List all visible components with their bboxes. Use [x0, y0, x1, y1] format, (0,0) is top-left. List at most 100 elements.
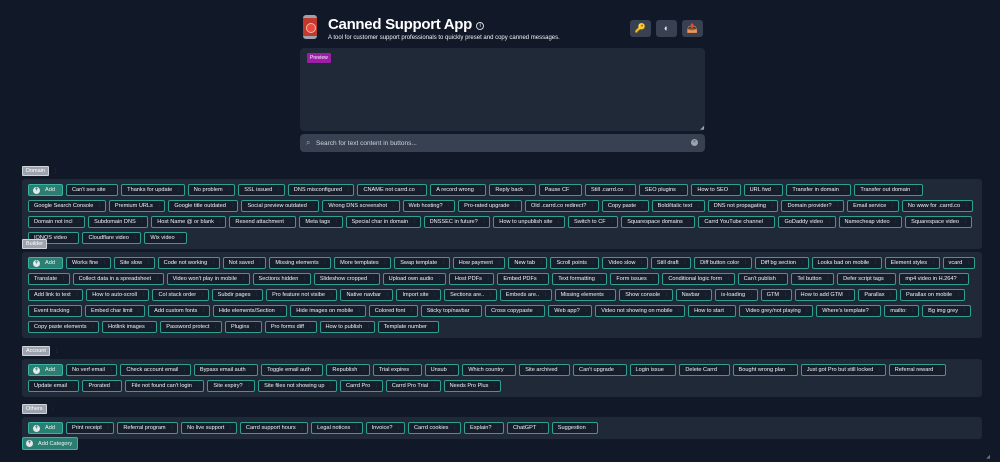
canned-message-button[interactable]: Check account email ⋮ [120, 364, 191, 376]
canned-message-button[interactable]: Carrd Pro Trial ⋮ [385, 380, 441, 392]
drag-handle-icon[interactable]: ⋮ [767, 217, 772, 227]
canned-message-button[interactable]: A record wrong ⋮ [430, 184, 487, 196]
drag-handle-icon[interactable]: ⋮ [488, 290, 493, 300]
canned-message-button[interactable]: Text formatting ⋮ [552, 273, 608, 285]
drag-handle-icon[interactable]: ⋮ [218, 217, 223, 227]
drag-handle-icon[interactable]: ⋮ [743, 258, 748, 268]
drag-handle-icon[interactable]: ⋮ [873, 258, 878, 268]
drag-handle-icon[interactable]: ⋮ [963, 217, 968, 227]
canned-message-button[interactable]: File not found can't login ⋮ [125, 380, 205, 392]
drag-handle-icon[interactable]: ⋮ [146, 258, 151, 268]
canned-message-button[interactable]: Hide images on mobile ⋮ [290, 305, 366, 317]
drag-handle-icon[interactable]: ⋮ [374, 381, 379, 391]
drag-handle-icon[interactable]: ⋮ [527, 185, 532, 195]
drag-handle-icon[interactable]: ⋮ [451, 365, 456, 375]
drag-handle-icon[interactable]: ⋮ [770, 201, 775, 211]
canned-message-button[interactable]: Google Search Console ⋮ [28, 200, 106, 212]
canned-message-button[interactable]: Conditional logic form ⋮ [662, 273, 735, 285]
export-button[interactable]: 📤 [682, 20, 703, 37]
drag-handle-icon[interactable]: ⋮ [780, 274, 785, 284]
canned-message-button[interactable]: URL fwd ⋮ [743, 184, 784, 196]
drag-handle-icon[interactable]: ⋮ [508, 365, 513, 375]
canned-message-button[interactable]: Collect data in a spreadsheet ⋮ [72, 273, 164, 285]
canned-message-button[interactable]: Missing elements ⋮ [554, 289, 617, 301]
canned-message-button[interactable]: Republish ⋮ [326, 364, 370, 376]
drag-handle-icon[interactable]: ⋮ [556, 217, 561, 227]
canned-message-button[interactable]: Element styles ⋮ [884, 257, 940, 269]
drag-handle-icon[interactable]: ⋮ [687, 217, 692, 227]
drag-handle-icon[interactable]: ⋮ [651, 274, 656, 284]
drag-handle-icon[interactable]: ⋮ [140, 217, 145, 227]
canned-message-button[interactable]: Host Name @ or blank ⋮ [151, 216, 227, 228]
canned-message-button[interactable]: Pro-rated upgrade ⋮ [458, 200, 523, 212]
canned-message-button[interactable]: Update email ⋮ [28, 380, 80, 392]
drag-handle-icon[interactable]: ⋮ [441, 258, 446, 268]
canned-message-button[interactable]: Still .carrd.co ⋮ [584, 184, 636, 196]
canned-message-button[interactable]: mailto: ⋮ [884, 305, 920, 317]
drag-handle-icon[interactable]: ⋮ [696, 201, 701, 211]
canned-message-button[interactable]: Works fine ⋮ [65, 257, 111, 269]
drag-handle-icon[interactable]: ⋮ [182, 365, 187, 375]
drag-handle-icon[interactable]: ⋮ [54, 348, 59, 354]
canned-message-button[interactable]: Bypass email auth ⋮ [193, 364, 259, 376]
canned-message-button[interactable]: Copy paste ⋮ [601, 200, 649, 212]
canned-message-button[interactable]: Where's template? ⋮ [816, 305, 882, 317]
drag-handle-icon[interactable]: ⋮ [732, 185, 737, 195]
canned-message-button[interactable]: Still draft ⋮ [650, 257, 692, 269]
key-button[interactable]: 🔑 [630, 20, 651, 37]
drag-handle-icon[interactable]: ⋮ [97, 201, 102, 211]
drag-handle-icon[interactable]: ⋮ [279, 306, 284, 316]
canned-message-button[interactable]: Host PDFs ⋮ [448, 273, 495, 285]
canned-message-button[interactable]: Trial expires ⋮ [372, 364, 422, 376]
canned-message-button[interactable]: How payment ⋮ [452, 257, 506, 269]
drag-handle-icon[interactable]: ⋮ [102, 258, 107, 268]
category-label[interactable]: Builder [22, 239, 48, 249]
drag-handle-icon[interactable]: ⋮ [250, 365, 255, 375]
drag-handle-icon[interactable]: ⋮ [196, 381, 201, 391]
canned-message-button[interactable]: Resend attachment ⋮ [229, 216, 297, 228]
canned-message-button[interactable]: Parallax ⋮ [858, 289, 898, 301]
drag-handle-icon[interactable]: ⋮ [77, 217, 82, 227]
info-icon[interactable]: i [476, 22, 485, 30]
canned-message-button[interactable]: Squarespace video ⋮ [905, 216, 972, 228]
canned-message-button[interactable]: DNSSEC in future? ⋮ [423, 216, 491, 228]
canned-message-button[interactable]: Can't upgrade ⋮ [573, 364, 627, 376]
drag-handle-icon[interactable]: ⋮ [888, 274, 893, 284]
drag-handle-icon[interactable]: ⋮ [836, 201, 841, 211]
canned-message-button[interactable]: DNS not propagating ⋮ [707, 200, 779, 212]
drag-handle-icon[interactable]: ⋮ [114, 381, 119, 391]
category-label[interactable]: Account [22, 346, 50, 356]
canned-message-button[interactable]: Squarespace domains ⋮ [621, 216, 696, 228]
drag-handle-icon[interactable]: ⋮ [211, 258, 216, 268]
drag-handle-icon[interactable]: ⋮ [540, 423, 545, 433]
drag-handle-icon[interactable]: ⋮ [591, 258, 596, 268]
clear-search-icon[interactable]: × [691, 139, 698, 146]
drag-handle-icon[interactable]: ⋮ [474, 306, 479, 316]
drag-handle-icon[interactable]: ⋮ [276, 185, 281, 195]
drag-handle-icon[interactable]: ⋮ [482, 217, 487, 227]
canned-message-button[interactable]: SEO plugins ⋮ [638, 184, 689, 196]
canned-message-button[interactable]: Diff bg section ⋮ [754, 257, 809, 269]
drag-handle-icon[interactable]: ⋮ [562, 365, 567, 375]
canned-message-button[interactable]: Add custom fonts ⋮ [148, 305, 210, 317]
canned-message-button[interactable]: Needs Pro Plus ⋮ [443, 380, 501, 392]
canned-message-button[interactable]: Swap template ⋮ [394, 257, 450, 269]
canned-message-button[interactable]: Embeds are.. ⋮ [499, 289, 552, 301]
drag-handle-icon[interactable]: ⋮ [911, 306, 916, 316]
canned-message-button[interactable]: New tab ⋮ [508, 257, 548, 269]
canned-message-button[interactable]: No problem ⋮ [187, 184, 236, 196]
canned-message-button[interactable]: Unsub ⋮ [424, 364, 460, 376]
canned-message-button[interactable]: Bought wrong plan ⋮ [732, 364, 798, 376]
canned-message-button[interactable]: vcard ⋮ [942, 257, 975, 269]
canned-message-button[interactable]: Pause CF ⋮ [538, 184, 582, 196]
canned-message-button[interactable]: Video slow ⋮ [602, 257, 648, 269]
canned-message-button[interactable]: Native navbar ⋮ [340, 289, 394, 301]
drag-handle-icon[interactable]: ⋮ [409, 306, 414, 316]
drag-handle-icon[interactable]: ⋮ [931, 258, 936, 268]
drag-handle-icon[interactable]: ⋮ [213, 322, 218, 332]
canned-message-button[interactable]: Subdir pages ⋮ [211, 289, 264, 301]
canned-message-button[interactable]: Login issue ⋮ [629, 364, 677, 376]
canned-message-button[interactable]: Referral program ⋮ [117, 422, 179, 434]
drag-handle-icon[interactable]: ⋮ [366, 322, 371, 332]
drag-handle-icon[interactable]: ⋮ [590, 201, 595, 211]
